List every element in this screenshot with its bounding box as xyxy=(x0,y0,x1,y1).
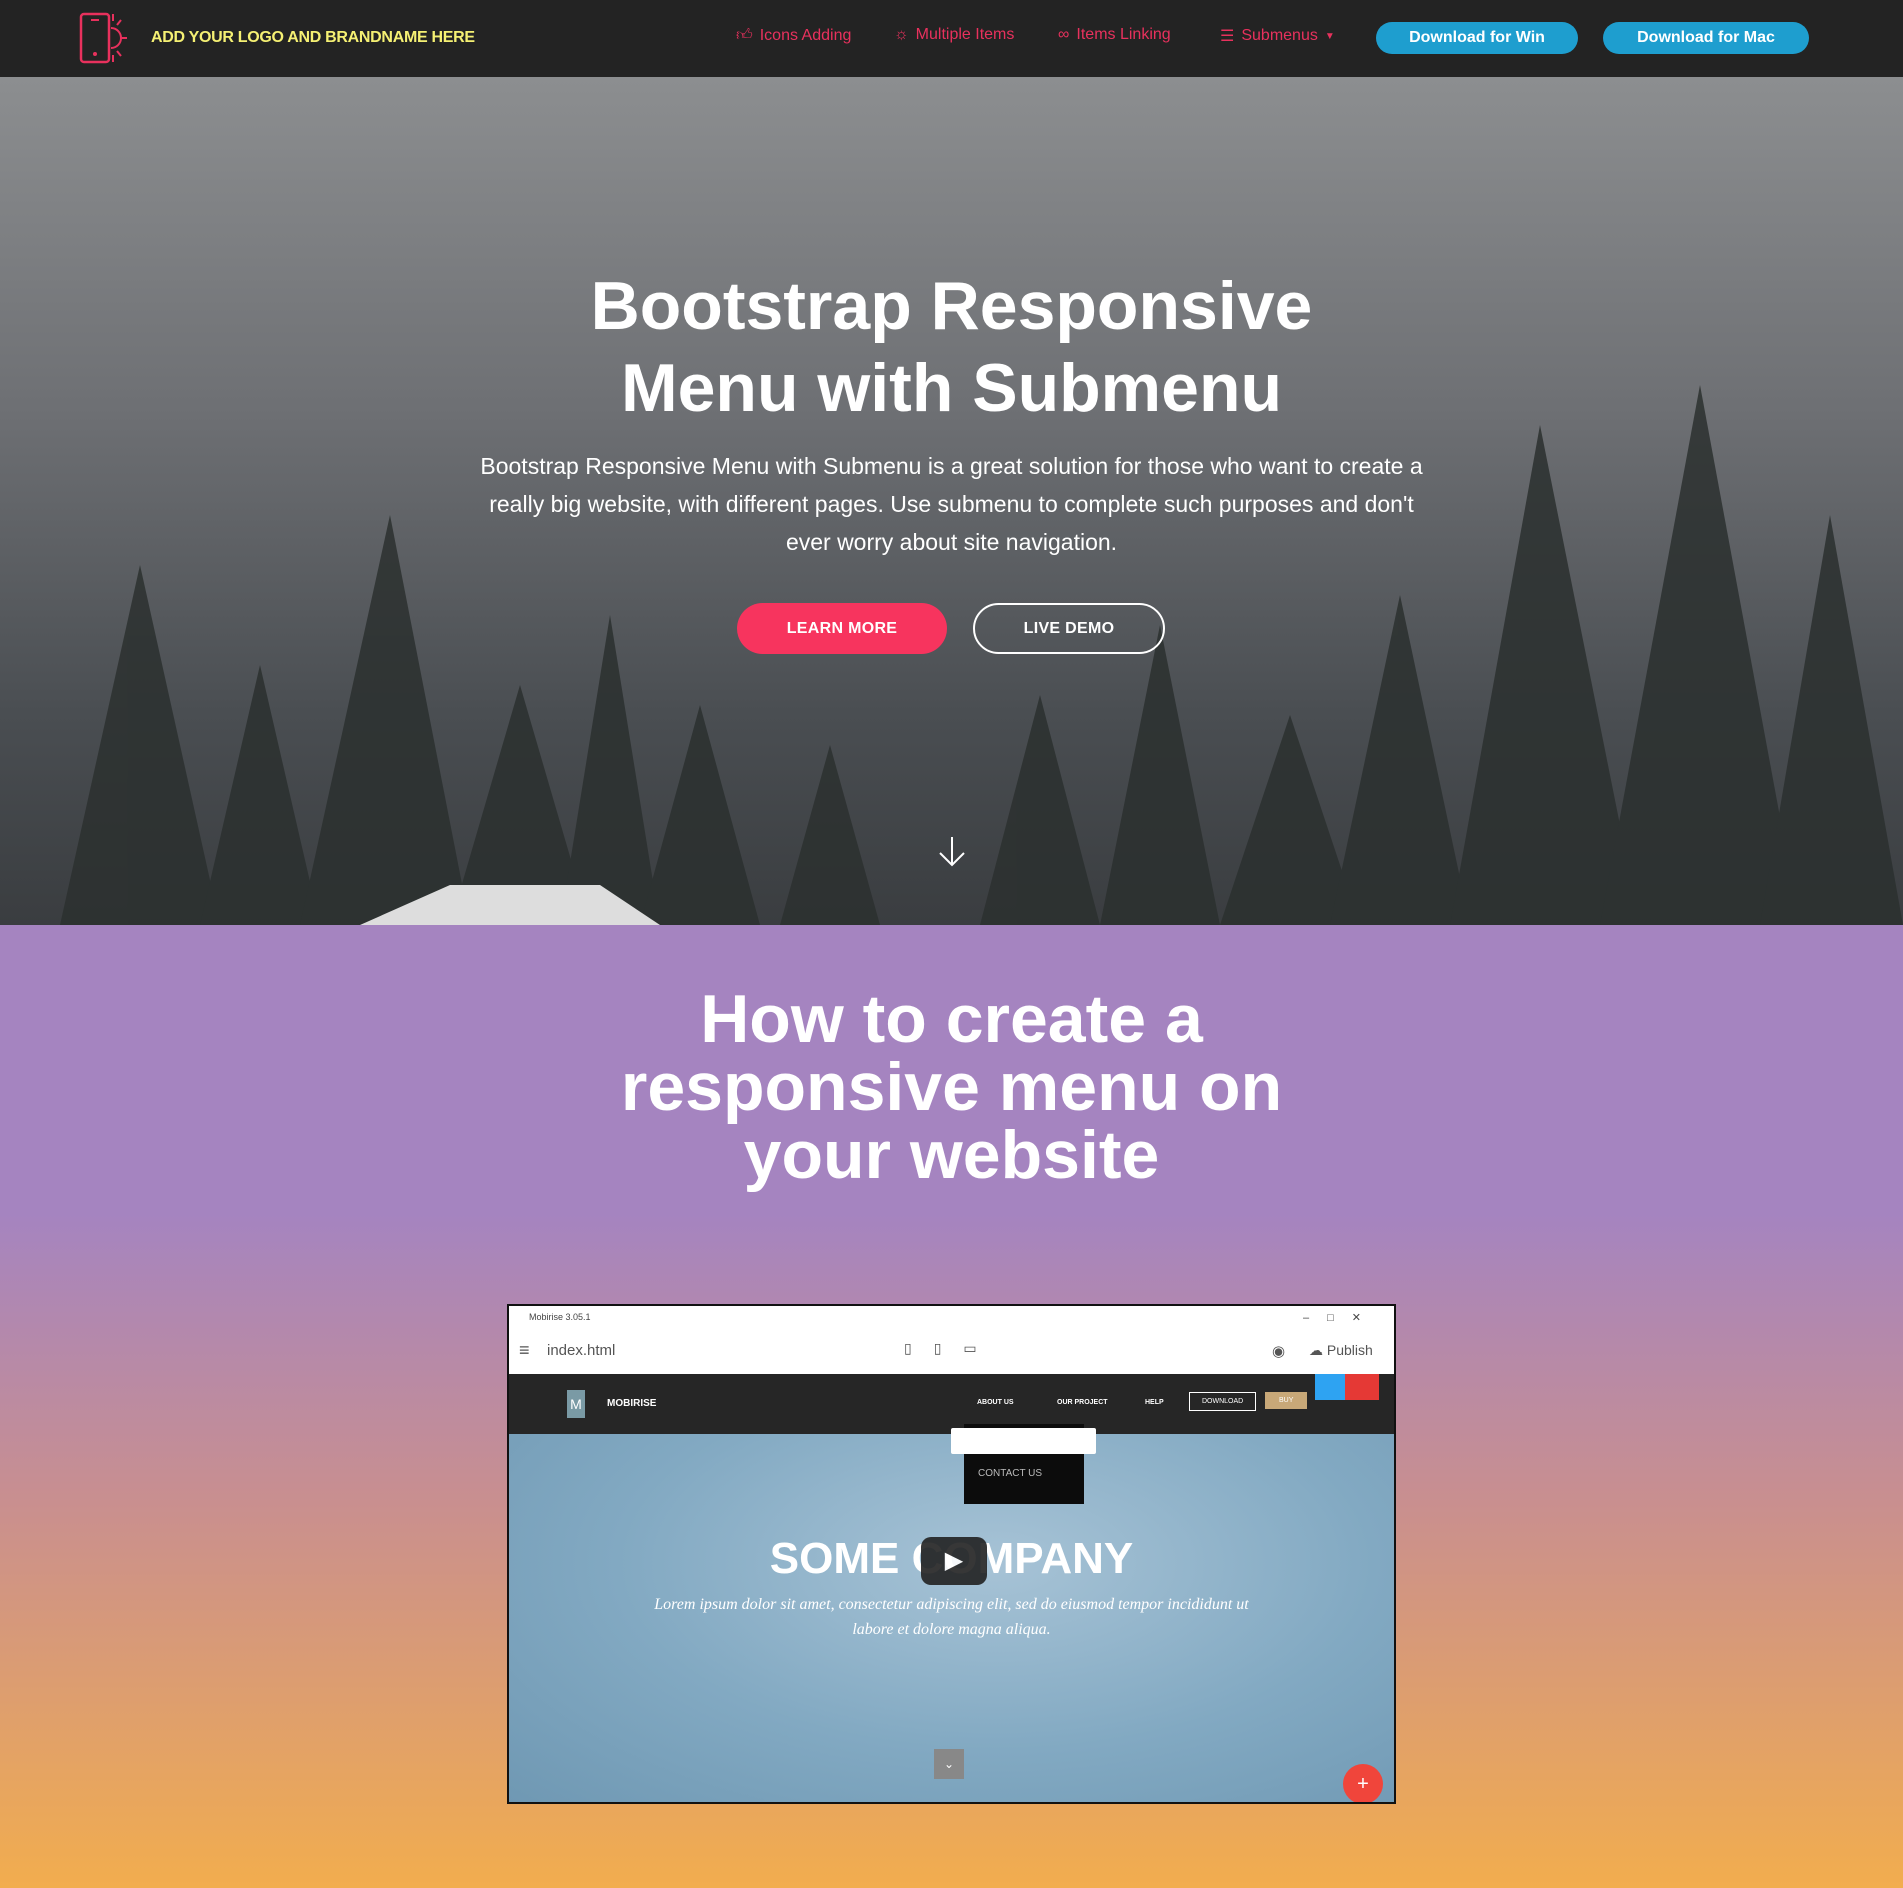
hero-section: Bootstrap Responsive Menu with Submenu Bo… xyxy=(0,77,1903,925)
gear-icon xyxy=(1315,1374,1345,1400)
hero-title-line: Menu with Submenu xyxy=(620,350,1283,426)
nav-submenus[interactable]: ☰ Submenus ▼ xyxy=(1220,26,1335,46)
nav-items-linking[interactable]: ∞ Items Linking xyxy=(1058,26,1171,44)
nav-label: Multiple Items xyxy=(915,26,1015,43)
mobirise-logo-icon: M xyxy=(567,1390,585,1418)
arrow-down-icon[interactable] xyxy=(936,835,968,867)
editor-toolbar: ≡ index.html ▯▯▭ ◉ ☁ Publish xyxy=(509,1328,1394,1374)
video-frame: CONTACT US SOME COMPANY Lorem ipsum dolo… xyxy=(509,1424,1394,1802)
eye-icon: ◉ xyxy=(1272,1343,1286,1360)
site-buy: BUY xyxy=(1265,1392,1308,1409)
list-icon: ☰ xyxy=(1220,28,1235,45)
hamburger-icon: ≡ xyxy=(519,1340,530,1360)
video-player[interactable]: Mobirise 3.05.1 –□✕ ≡ index.html ▯▯▭ ◉ ☁ … xyxy=(507,1304,1396,1804)
file-name: index.html xyxy=(547,1342,616,1359)
chevron-down-icon: ⌄ xyxy=(934,1749,964,1779)
thumbs-up-icon: 👍︎ xyxy=(736,27,753,44)
link-icon: ∞ xyxy=(1058,26,1070,43)
hero-description: Bootstrap Responsive Menu with Submenu i… xyxy=(480,453,1423,555)
caret-down-icon: ▼ xyxy=(1324,30,1335,42)
edit-toolbar xyxy=(951,1428,1096,1454)
device-icons: ▯▯▭ xyxy=(904,1340,999,1356)
section-title-line: How to create a xyxy=(700,981,1203,1057)
window-controls: –□✕ xyxy=(1303,1311,1379,1324)
site-lorem: Lorem ipsum dolor sit amet, consectetur … xyxy=(654,1596,1249,1638)
hero-title-line: Bootstrap Responsive xyxy=(590,268,1313,344)
live-demo-button[interactable]: LIVE DEMO xyxy=(973,603,1165,654)
section-title: How to create a responsive menu on your we… xyxy=(0,985,1903,1189)
phone-logo-icon xyxy=(79,12,127,64)
brand[interactable]: ADD YOUR LOGO AND BRANDNAME HERE xyxy=(79,12,475,64)
nav-icons-adding[interactable]: 👍︎ Icons Adding xyxy=(736,26,851,45)
window-title: Mobirise 3.05.1 xyxy=(529,1312,591,1322)
nav-label: Icons Adding xyxy=(759,26,852,44)
site-nav-item: ABOUT US xyxy=(977,1399,1014,1406)
site-navbar: M MOBIRISE ABOUT US OUR PROJECT HELP DOW… xyxy=(509,1374,1394,1434)
hero-title: Bootstrap Responsive Menu with Submenu xyxy=(0,265,1903,429)
learn-more-button[interactable]: LEARN MORE xyxy=(737,603,947,654)
nav-label: Submenus xyxy=(1241,27,1318,44)
trash-icon xyxy=(1345,1374,1379,1400)
dropdown-item: CONTACT US xyxy=(978,1468,1043,1479)
navbar: ADD YOUR LOGO AND BRANDNAME HERE 👍︎ Icons… xyxy=(0,0,1903,77)
brand-name: ADD YOUR LOGO AND BRANDNAME HERE xyxy=(151,29,475,46)
play-button-icon[interactable]: ▶ xyxy=(921,1537,987,1585)
download-win-button[interactable]: Download for Win xyxy=(1376,22,1578,54)
lightbulb-icon: ☼ xyxy=(894,26,909,43)
site-brand: MOBIRISE xyxy=(607,1398,657,1409)
nav-multiple-items[interactable]: ☼ Multiple Items xyxy=(894,26,1014,44)
nav-label: Items Linking xyxy=(1076,26,1171,43)
site-nav-item: OUR PROJECT xyxy=(1057,1399,1108,1406)
site-download: DOWNLOAD xyxy=(1189,1392,1257,1411)
how-to-section: How to create a responsive menu on your we… xyxy=(0,925,1903,1888)
section-title-line: responsive menu on xyxy=(620,1049,1283,1125)
site-nav-item: HELP xyxy=(1145,1399,1164,1406)
window-titlebar: Mobirise 3.05.1 –□✕ xyxy=(509,1306,1394,1328)
publish-label: Publish xyxy=(1326,1342,1373,1358)
download-mac-button[interactable]: Download for Mac xyxy=(1603,22,1809,54)
section-title-line: your website xyxy=(743,1117,1160,1193)
add-block-icon: + xyxy=(1343,1764,1383,1802)
publish-button: ☁ Publish xyxy=(1309,1342,1373,1358)
